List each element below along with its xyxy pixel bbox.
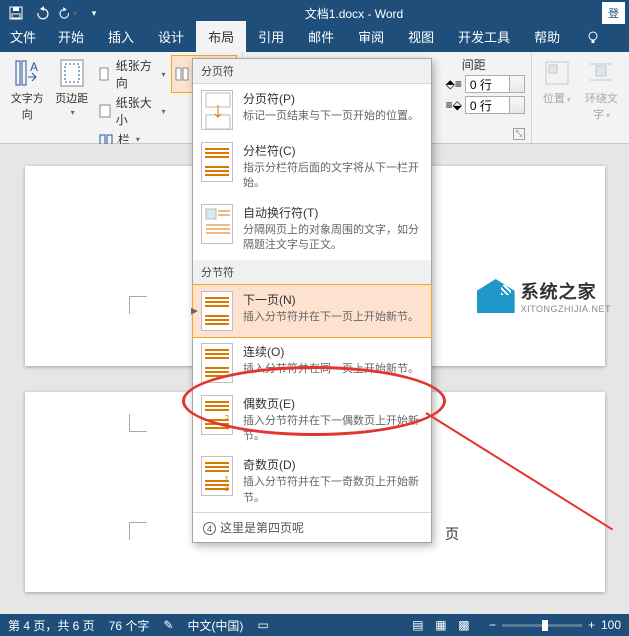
next-page-section-break-item[interactable]: ▶ 下一页(N) 插入分节符并在下一页上开始新节。 (193, 285, 431, 337)
size-label: 纸张大小 (116, 94, 156, 128)
margins-button[interactable]: 页边距 (53, 56, 91, 120)
watermark-main: 系统之家 (521, 278, 611, 304)
wrap-text-button[interactable]: 环绕文字 (580, 56, 623, 124)
selection-arrow-icon: ▶ (191, 305, 198, 316)
text-direction-label: 文字方向 (8, 90, 47, 122)
document-title: 文档1.docx - Word (106, 5, 602, 22)
tab-mailings[interactable]: 邮件 (296, 21, 346, 52)
odd-page-desc: 插入分节符并在下一奇数页上开始新节。 (243, 475, 423, 506)
footer-text: 这里是第四页呢 (220, 521, 304, 535)
page-breaks-section-header: 分页符 (193, 59, 431, 84)
footer-number-icon: 4 (203, 522, 216, 535)
column-break-item[interactable]: 分栏符(C) 指示分栏符后面的文字将从下一栏开始。 (193, 136, 431, 198)
orientation-button[interactable]: 纸张方向 (95, 56, 169, 92)
even-page-section-break-item[interactable]: 24 偶数页(E)插入分节符并在下一偶数页上开始新节。 (193, 389, 431, 451)
odd-page-title: 奇数页(D) (243, 456, 423, 473)
section-breaks-section-header: 分节符 (193, 260, 431, 285)
status-insert-icon[interactable]: ▭ (257, 618, 268, 632)
text-direction-button[interactable]: A 文字方向 (6, 56, 49, 124)
status-words[interactable]: 76 个字 (109, 617, 150, 634)
page-break-title: 分页符(P) (243, 90, 423, 107)
tell-me-icon[interactable] (580, 27, 606, 52)
zoom-in-button[interactable]: + (588, 618, 595, 632)
spacing-before-icon: ⬘≡ (446, 77, 462, 91)
tab-file[interactable]: 文件 (0, 21, 46, 52)
wrap-text-label: 环绕文字 (582, 90, 621, 122)
tab-help[interactable]: 帮助 (522, 21, 572, 52)
web-layout-button[interactable]: ▩ (453, 616, 475, 634)
breaks-dropdown: 分页符 分页符(P) 标记一页结束与下一页开始的位置。 分栏符(C) 指示分栏符后面… (192, 58, 432, 543)
tab-insert[interactable]: 插入 (96, 21, 146, 52)
tab-design[interactable]: 设计 (146, 21, 196, 52)
even-page-desc: 插入分节符并在下一偶数页上开始新节。 (243, 414, 423, 445)
page-break-desc: 标记一页结束与下一页开始的位置。 (243, 109, 423, 124)
margin-corner-icon (129, 414, 147, 432)
position-button[interactable]: 位置 (538, 56, 576, 108)
next-page-desc: 插入分节符并在下一页上开始新节。 (243, 310, 423, 325)
column-break-desc: 指示分栏符后面的文字将从下一栏开始。 (243, 161, 423, 192)
watermark: 系统之家 XITONGZHIJIA.NET (477, 278, 611, 314)
svg-text:A: A (30, 60, 38, 74)
zoom-control: − + 100 (489, 618, 621, 632)
text-wrapping-break-desc: 分隔网页上的对象周围的文字，如分隔题注文字与正文。 (243, 223, 423, 254)
status-bar: 第 4 页，共 6 页 76 个字 ✎ 中文(中国) ▭ ▤ ▦ ▩ − + 1… (0, 614, 629, 636)
orientation-label: 纸张方向 (116, 57, 156, 91)
page-body-text: 页 (445, 524, 459, 544)
login-button[interactable]: 登 (602, 2, 625, 24)
status-page[interactable]: 第 4 页，共 6 页 (8, 617, 95, 634)
arrange-group: 位置 环绕文字 (532, 52, 629, 143)
print-layout-button[interactable]: ▦ (430, 616, 452, 634)
tab-developer[interactable]: 开发工具 (446, 21, 522, 52)
ribbon-tabs: 文件 开始 插入 设计 布局 引用 邮件 审阅 视图 开发工具 帮助 (0, 26, 629, 52)
tab-layout[interactable]: 布局 (196, 21, 246, 52)
zoom-percent[interactable]: 100 (601, 618, 621, 632)
text-wrapping-break-title: 自动换行符(T) (243, 204, 423, 221)
zoom-slider[interactable] (502, 624, 582, 627)
margin-corner-icon (129, 296, 147, 314)
spacing-after-field[interactable]: 0 行 (465, 96, 525, 114)
page-break-item[interactable]: 分页符(P) 标记一页结束与下一页开始的位置。 (193, 84, 431, 136)
spacing-header: 间距 (462, 56, 486, 73)
tab-home[interactable]: 开始 (46, 21, 96, 52)
read-mode-button[interactable]: ▤ (407, 616, 429, 634)
status-language[interactable]: 中文(中国) (187, 617, 243, 634)
continuous-title: 连续(O) (243, 343, 423, 360)
tab-references[interactable]: 引用 (246, 21, 296, 52)
status-proof-icon[interactable]: ✎ (163, 618, 173, 632)
text-wrapping-break-item[interactable]: 自动换行符(T) 分隔网页上的对象周围的文字，如分隔题注文字与正文。 (193, 198, 431, 260)
continuous-section-break-item[interactable]: 连续(O) 插入分节符并在同一页上开始新节。 (193, 337, 431, 389)
next-page-title: 下一页(N) (243, 291, 423, 308)
spacing-after-icon: ≡⬙ (446, 98, 462, 112)
margins-label: 页边距 (55, 90, 89, 118)
size-button[interactable]: 纸张大小 (95, 93, 169, 129)
odd-page-section-break-item[interactable]: 13 奇数页(D)插入分节符并在下一奇数页上开始新节。 (193, 450, 431, 512)
dropdown-footer: 4 这里是第四页呢 (193, 512, 431, 542)
tab-view[interactable]: 视图 (396, 21, 446, 52)
continuous-desc: 插入分节符并在同一页上开始新节。 (243, 362, 423, 377)
margin-corner-icon (129, 522, 147, 540)
position-label: 位置 (543, 90, 571, 106)
paragraph-dialog-launcher[interactable]: ⤡ (513, 128, 525, 140)
zoom-out-button[interactable]: − (489, 618, 496, 632)
tab-review[interactable]: 审阅 (346, 21, 396, 52)
watermark-logo-icon (477, 279, 515, 313)
even-page-title: 偶数页(E) (243, 395, 423, 412)
spacing-before-field[interactable]: 0 行 (465, 75, 525, 93)
watermark-sub: XITONGZHIJIA.NET (521, 304, 611, 314)
column-break-title: 分栏符(C) (243, 142, 423, 159)
view-buttons: ▤ ▦ ▩ (407, 616, 475, 634)
